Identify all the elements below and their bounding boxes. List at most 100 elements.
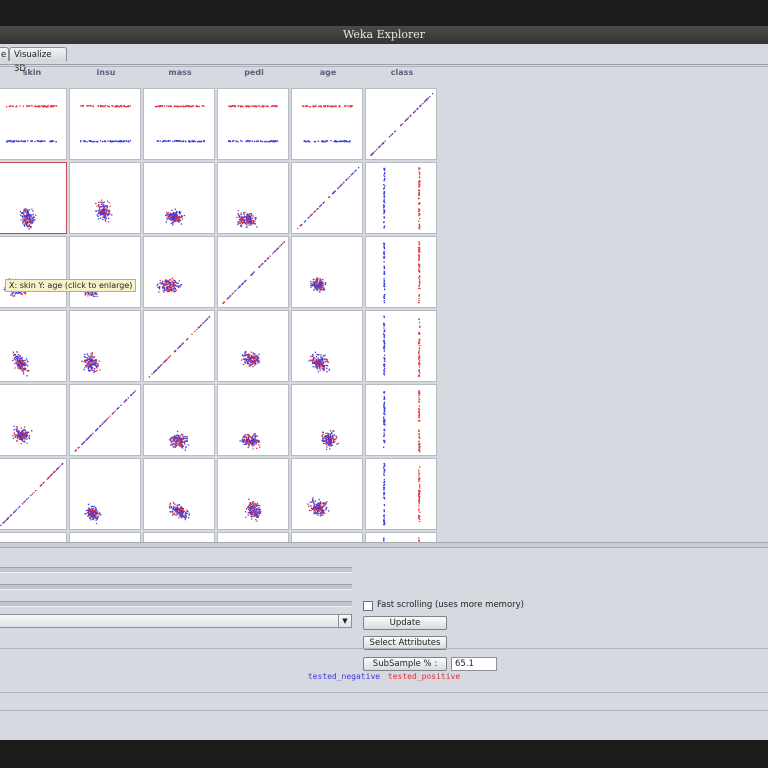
column-header-age: age bbox=[319, 68, 337, 77]
scatter-plot-age-skin bbox=[19, 208, 37, 230]
matrix-cell-insu-skin[interactable] bbox=[0, 384, 67, 456]
scatter-plot-skin-insu bbox=[84, 503, 102, 525]
scatter-plot-pedi-pedi bbox=[222, 241, 285, 304]
scatter-plot-class-mass bbox=[154, 105, 206, 143]
split-pane-divider[interactable] bbox=[0, 542, 768, 548]
matrix-cell-preg-insu[interactable] bbox=[69, 532, 141, 542]
bottom-black-bar bbox=[0, 740, 768, 768]
scatter-plot-preg-insu bbox=[70, 533, 140, 542]
scatter-plot-pedi-insu bbox=[79, 279, 102, 298]
top-black-bar bbox=[0, 0, 768, 26]
subsample-input[interactable]: 65.1 bbox=[451, 657, 497, 671]
matrix-cell-insu-insu[interactable] bbox=[69, 384, 141, 456]
scatter-plot-insu-skin bbox=[12, 425, 33, 445]
matrix-cell-skin-age[interactable] bbox=[291, 458, 363, 530]
scatter-plot-insu-pedi bbox=[239, 432, 261, 450]
matrix-cell-class-skin[interactable] bbox=[0, 88, 67, 160]
subsample-button[interactable]: SubSample % : bbox=[363, 657, 447, 671]
matrix-cell-age-insu[interactable] bbox=[69, 162, 141, 234]
matrix-cell-preg-age[interactable] bbox=[291, 532, 363, 542]
scatter-plot-mass-insu bbox=[81, 352, 101, 373]
scatter-plot-class-pedi bbox=[228, 105, 279, 143]
matrix-cell-skin-insu[interactable] bbox=[69, 458, 141, 530]
matrix-cell-preg-pedi[interactable] bbox=[217, 532, 289, 542]
scatter-plot-class-class bbox=[370, 93, 434, 156]
scatter-plot-age-age bbox=[297, 167, 360, 230]
scatter-plot-preg-class bbox=[383, 537, 420, 542]
matrix-cell-mass-mass[interactable] bbox=[143, 310, 215, 382]
scatter-plot-mass-skin bbox=[12, 351, 30, 377]
matrix-cell-class-mass[interactable] bbox=[143, 88, 215, 160]
matrix-cell-mass-insu[interactable] bbox=[69, 310, 141, 382]
matrix-cell-age-mass[interactable] bbox=[143, 162, 215, 234]
matrix-cell-preg-mass[interactable] bbox=[143, 532, 215, 542]
chevron-down-icon[interactable]: ▼ bbox=[338, 615, 351, 627]
scatter-plot-age-insu bbox=[95, 199, 113, 223]
matrix-cell-age-class[interactable] bbox=[365, 162, 437, 234]
scatter-plot-mass-age bbox=[308, 351, 331, 373]
plot-size-slider[interactable] bbox=[0, 567, 352, 573]
matrix-cell-pedi-age[interactable] bbox=[291, 236, 363, 308]
scatter-plot-matrix bbox=[0, 80, 438, 542]
matrix-cell-mass-pedi[interactable] bbox=[217, 310, 289, 382]
matrix-cell-pedi-mass[interactable] bbox=[143, 236, 215, 308]
matrix-cell-skin-mass[interactable] bbox=[143, 458, 215, 530]
matrix-cell-insu-mass[interactable] bbox=[143, 384, 215, 456]
matrix-cell-insu-class[interactable] bbox=[365, 384, 437, 456]
column-header-insu: insu bbox=[96, 68, 116, 77]
scatter-plot-mass-class bbox=[383, 315, 421, 378]
cell-tooltip: X: skin Y: age (click to enlarge) bbox=[5, 279, 137, 292]
tab-visualize[interactable]: e bbox=[0, 47, 9, 61]
matrix-cell-preg-skin[interactable] bbox=[0, 532, 67, 542]
fast-scrolling-label: Fast scrolling (uses more memory) bbox=[377, 600, 525, 610]
matrix-cell-skin-class[interactable] bbox=[365, 458, 437, 530]
matrix-cell-preg-class[interactable] bbox=[365, 532, 437, 542]
scatter-plot-insu-insu bbox=[74, 390, 136, 452]
matrix-cell-skin-pedi[interactable] bbox=[217, 458, 289, 530]
scatter-plot-mass-pedi bbox=[240, 350, 260, 368]
matrix-cell-class-age[interactable] bbox=[291, 88, 363, 160]
matrix-cell-class-class[interactable] bbox=[365, 88, 437, 160]
jitter-slider[interactable] bbox=[0, 601, 352, 607]
scatter-plot-pedi-age bbox=[310, 277, 327, 293]
column-header-pedi: pedi bbox=[244, 68, 264, 77]
scatter-plot-skin-skin bbox=[0, 463, 64, 526]
matrix-cell-age-skin[interactable] bbox=[0, 162, 67, 234]
update-button[interactable]: Update bbox=[363, 616, 447, 630]
fast-scrolling-checkbox[interactable] bbox=[363, 601, 373, 611]
matrix-cell-insu-age[interactable] bbox=[291, 384, 363, 456]
class-colour-legend: tested_negative tested_positive bbox=[0, 672, 768, 681]
matrix-cell-mass-skin[interactable] bbox=[0, 310, 67, 382]
legend-tested-positive[interactable]: tested_positive bbox=[388, 672, 460, 681]
status-separator-bottom bbox=[0, 710, 768, 711]
matrix-cell-pedi-skin[interactable] bbox=[0, 236, 67, 308]
column-header-class: class bbox=[390, 68, 414, 77]
status-separator-top bbox=[0, 692, 768, 693]
matrix-cell-age-pedi[interactable] bbox=[217, 162, 289, 234]
matrix-cell-pedi-class[interactable] bbox=[365, 236, 437, 308]
color-attribute-select[interactable]: ▼ bbox=[0, 614, 352, 628]
window-title: Weka Explorer bbox=[0, 26, 768, 44]
scatter-plot-mass-mass bbox=[148, 316, 211, 378]
matrix-cell-skin-skin[interactable] bbox=[0, 458, 67, 530]
tab-visualize-3d[interactable]: Visualize 3D bbox=[9, 47, 67, 74]
scatter-plot-pedi-mass bbox=[156, 277, 182, 293]
point-size-slider[interactable] bbox=[0, 584, 352, 590]
matrix-cell-mass-age[interactable] bbox=[291, 310, 363, 382]
scatter-plot-class-age bbox=[302, 105, 353, 143]
matrix-cell-age-age[interactable] bbox=[291, 162, 363, 234]
matrix-cell-class-pedi[interactable] bbox=[217, 88, 289, 160]
matrix-cell-pedi-pedi[interactable] bbox=[217, 236, 289, 308]
scatter-plot-preg-skin bbox=[0, 533, 66, 542]
panel-divider bbox=[0, 66, 768, 67]
matrix-cell-insu-pedi[interactable] bbox=[217, 384, 289, 456]
scatter-plot-pedi-skin bbox=[3, 278, 28, 297]
matrix-cell-mass-class[interactable] bbox=[365, 310, 437, 382]
tab-bar: e Visualize 3D bbox=[0, 44, 768, 74]
scatter-plot-preg-mass bbox=[144, 533, 214, 542]
scatter-plot-insu-class bbox=[383, 390, 421, 453]
matrix-cell-pedi-insu[interactable] bbox=[69, 236, 141, 308]
class-colour-separator bbox=[0, 648, 768, 649]
legend-tested-negative[interactable]: tested_negative bbox=[308, 672, 380, 681]
matrix-cell-class-insu[interactable] bbox=[69, 88, 141, 160]
